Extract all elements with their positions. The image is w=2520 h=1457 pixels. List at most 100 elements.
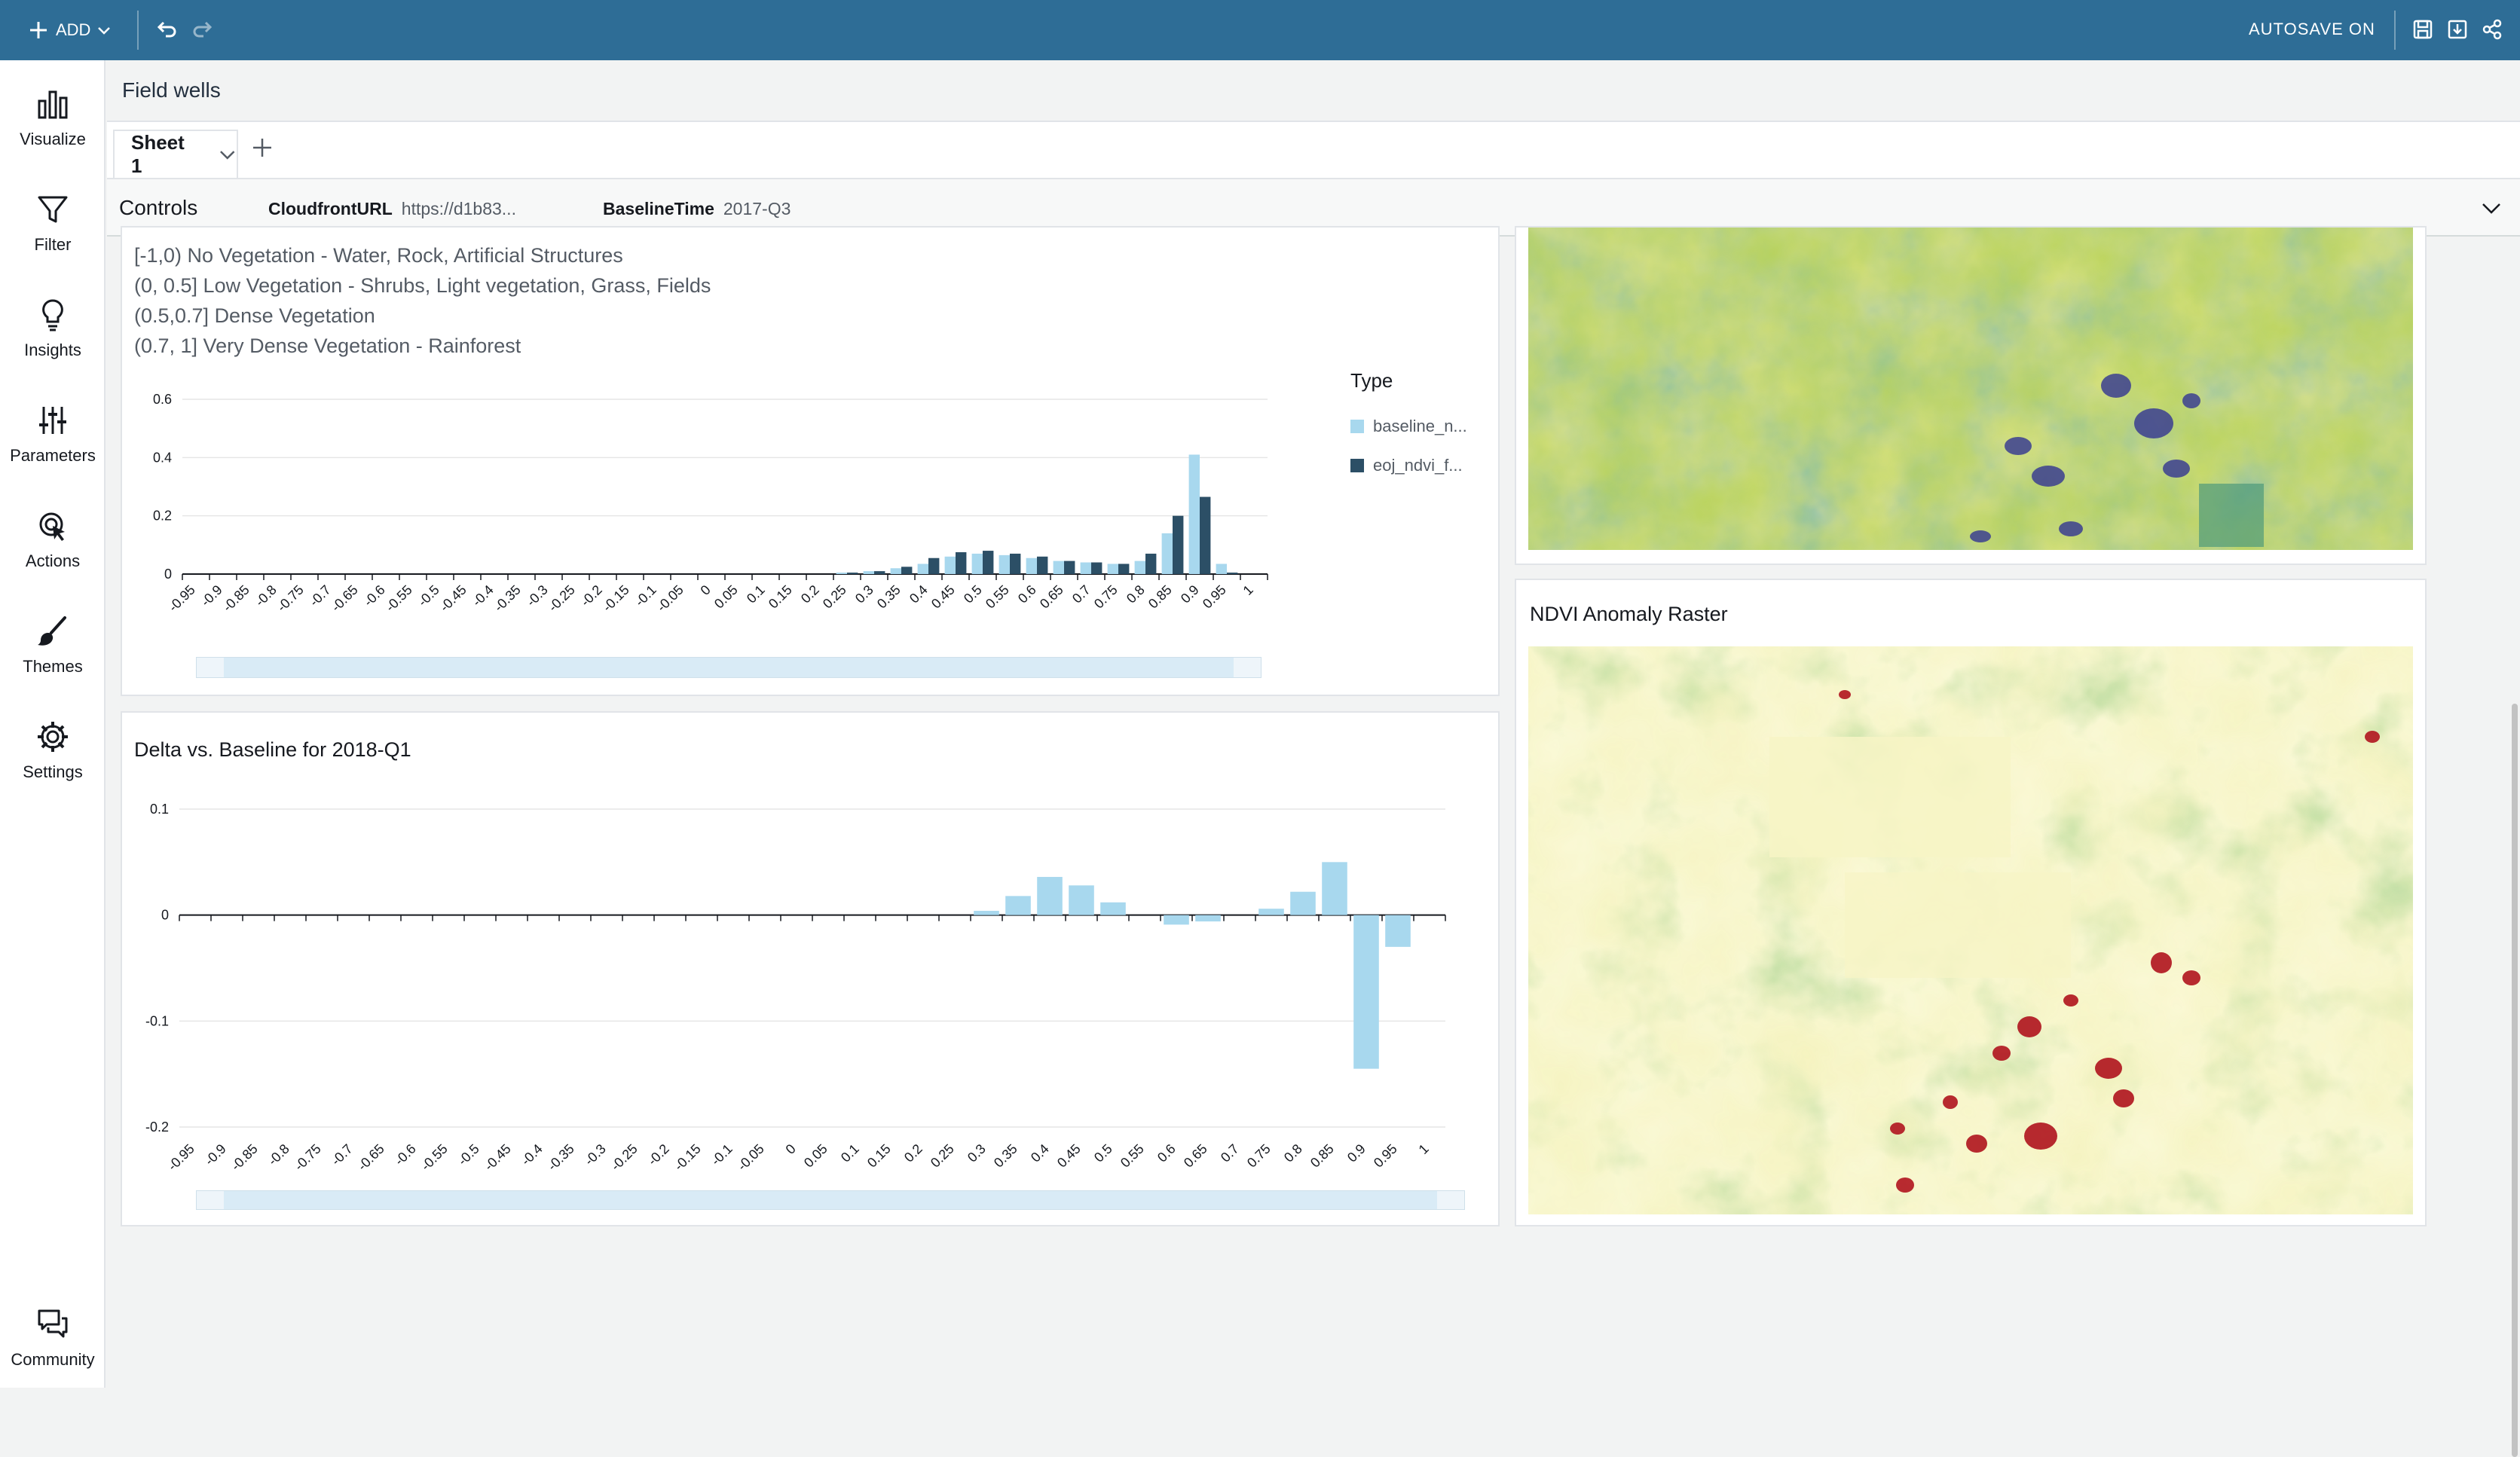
x-tick-label: 0.5 bbox=[1091, 1141, 1115, 1165]
chevron-down-icon[interactable] bbox=[2479, 196, 2503, 220]
add-button[interactable]: ADD bbox=[27, 14, 112, 47]
nav-settings[interactable]: Settings bbox=[0, 705, 106, 796]
save-icon[interactable] bbox=[2411, 18, 2434, 41]
nav-actions[interactable]: Actions bbox=[0, 494, 106, 585]
y-tick-label: -0.2 bbox=[145, 1119, 169, 1135]
x-tick-label: 0.65 bbox=[1037, 582, 1066, 612]
x-tick-label: 0.25 bbox=[820, 582, 849, 612]
x-tick-label: -0.5 bbox=[455, 1141, 482, 1168]
delta-panel[interactable]: Delta vs. Baseline for 2018-Q1 0.1 0 -0.1-… bbox=[121, 711, 1500, 1226]
pointer-click-icon bbox=[39, 512, 65, 541]
y-tick-label: 0.1 bbox=[150, 802, 169, 817]
bar bbox=[1290, 891, 1316, 915]
x-tick-label: 0.5 bbox=[961, 582, 985, 606]
share-icon[interactable] bbox=[2481, 18, 2503, 41]
x-tick-label: 0.6 bbox=[1015, 582, 1039, 606]
bar bbox=[890, 568, 901, 574]
chart-scroll-range[interactable] bbox=[196, 657, 1262, 678]
control-name: CloudfrontURL bbox=[268, 199, 393, 218]
ndvi-histogram-chart[interactable]: 00.20.40.6-0.95 -0.9-0.85 -0.8-0.75 -0.7-0.… bbox=[137, 378, 1290, 627]
x-tick-label: -0.9 bbox=[202, 1141, 229, 1168]
legend-label: baseline_n... bbox=[1373, 417, 1467, 435]
bar bbox=[1353, 915, 1379, 1069]
x-tick-label: -0.85 bbox=[220, 582, 252, 615]
ndvi-anomaly-map[interactable] bbox=[1528, 646, 2413, 1214]
autosave-status[interactable]: AUTOSAVE ON bbox=[2249, 20, 2375, 39]
x-tick-label: -0.6 bbox=[392, 1141, 419, 1168]
control-cloudfront-url[interactable]: CloudfrontURL https://d1b83... bbox=[268, 199, 516, 219]
nav-community[interactable]: Community bbox=[0, 1293, 106, 1383]
bar bbox=[863, 571, 874, 574]
delta-chart-title: Delta vs. Baseline for 2018-Q1 bbox=[134, 738, 411, 761]
redo-icon[interactable] bbox=[191, 18, 216, 42]
nav-label: Community bbox=[11, 1350, 95, 1369]
range-handle-left[interactable] bbox=[197, 1191, 224, 1209]
control-baseline-time[interactable]: BaselineTime 2017-Q3 bbox=[603, 199, 791, 219]
ndvi-raster-map[interactable] bbox=[1528, 228, 2413, 550]
chart-scroll-range[interactable] bbox=[196, 1190, 1465, 1210]
nav-filter[interactable]: Filter bbox=[0, 178, 106, 268]
nav-insights[interactable]: Insights bbox=[0, 283, 106, 374]
x-tick-label: -0.95 bbox=[166, 582, 198, 615]
bar bbox=[901, 567, 913, 574]
control-name: BaselineTime bbox=[603, 199, 714, 218]
page-scrollbar[interactable] bbox=[2509, 237, 2520, 1457]
range-handle-left[interactable] bbox=[197, 658, 224, 677]
x-tick-label: -0.65 bbox=[355, 1141, 387, 1174]
bar-chart-icon bbox=[38, 90, 68, 119]
nav-themes[interactable]: Themes bbox=[0, 600, 106, 690]
nav-label: Actions bbox=[25, 551, 81, 570]
x-tick-label: -0.05 bbox=[654, 582, 687, 615]
bar bbox=[836, 573, 847, 574]
control-value: 2017-Q3 bbox=[723, 199, 791, 218]
legend-swatch bbox=[1350, 459, 1364, 472]
x-tick-label: 0.55 bbox=[1118, 1141, 1147, 1171]
x-tick-label: -0.85 bbox=[228, 1141, 261, 1174]
x-tick-label: -0.55 bbox=[418, 1141, 451, 1174]
field-wells-bar[interactable]: Field wells bbox=[107, 60, 2520, 122]
legend-item[interactable]: eoj_ndvi_f... bbox=[1350, 456, 1494, 475]
delta-bar-chart[interactable]: 0.10-0.1-0.2-0.95 -0.9-0.85 -0.8-0.75 -0.7-… bbox=[134, 788, 1476, 1195]
gear-icon bbox=[38, 722, 68, 752]
x-tick-label: 0.05 bbox=[801, 1141, 830, 1171]
y-tick-label: 0.2 bbox=[153, 509, 172, 524]
x-tick-label: 0.85 bbox=[1145, 582, 1175, 612]
histogram-panel[interactable]: [-1,0) No Vegetation - Water, Rock, Arti… bbox=[121, 226, 1500, 696]
download-icon[interactable] bbox=[2446, 18, 2469, 41]
top-toolbar: ADD AUTOSAVE ON bbox=[0, 0, 2520, 60]
x-tick-label: -0.4 bbox=[518, 1141, 546, 1168]
x-tick-label: 0.15 bbox=[766, 582, 795, 612]
nav-visualize[interactable]: Visualize bbox=[0, 72, 106, 163]
bar bbox=[1005, 896, 1031, 915]
undo-icon[interactable] bbox=[154, 18, 178, 42]
bar bbox=[974, 911, 999, 915]
ndvi-raster-panel[interactable] bbox=[1515, 226, 2427, 565]
sheet-tab-bar: Sheet 1 bbox=[107, 122, 2520, 179]
scrollbar-thumb[interactable] bbox=[2512, 704, 2518, 1457]
legend-item[interactable]: baseline_n... bbox=[1350, 417, 1494, 436]
range-handle-right[interactable] bbox=[1437, 1191, 1464, 1209]
ndvi-class-line: [-1,0) No Vegetation - Water, Rock, Arti… bbox=[134, 244, 623, 267]
add-sheet-icon[interactable] bbox=[250, 136, 274, 160]
nav-parameters[interactable]: Parameters bbox=[0, 389, 106, 479]
x-tick-label: -0.75 bbox=[274, 582, 307, 615]
x-tick-label: 0.3 bbox=[852, 582, 876, 606]
x-tick-label: 0.9 bbox=[1344, 1141, 1369, 1165]
x-tick-label: 0.1 bbox=[744, 582, 768, 606]
bar bbox=[917, 564, 928, 574]
bar bbox=[1322, 862, 1347, 915]
x-tick-label: -0.05 bbox=[735, 1141, 767, 1174]
x-tick-label: 1 bbox=[1240, 582, 1256, 598]
x-tick-label: 0.25 bbox=[928, 1141, 957, 1171]
bar bbox=[944, 556, 956, 574]
x-tick-label: 0.05 bbox=[711, 582, 741, 612]
chevron-down-icon[interactable] bbox=[218, 145, 237, 164]
chevron-down-icon bbox=[98, 27, 111, 35]
y-tick-label: 0.4 bbox=[153, 450, 172, 465]
tab-sheet-1[interactable]: Sheet 1 bbox=[113, 130, 238, 178]
anomaly-raster-panel[interactable]: NDVI Anomaly Raster bbox=[1515, 579, 2427, 1226]
filter-icon bbox=[38, 196, 68, 223]
x-tick-label: 1 bbox=[1416, 1141, 1432, 1157]
range-handle-right[interactable] bbox=[1234, 658, 1261, 677]
x-tick-label: -0.95 bbox=[165, 1141, 197, 1174]
